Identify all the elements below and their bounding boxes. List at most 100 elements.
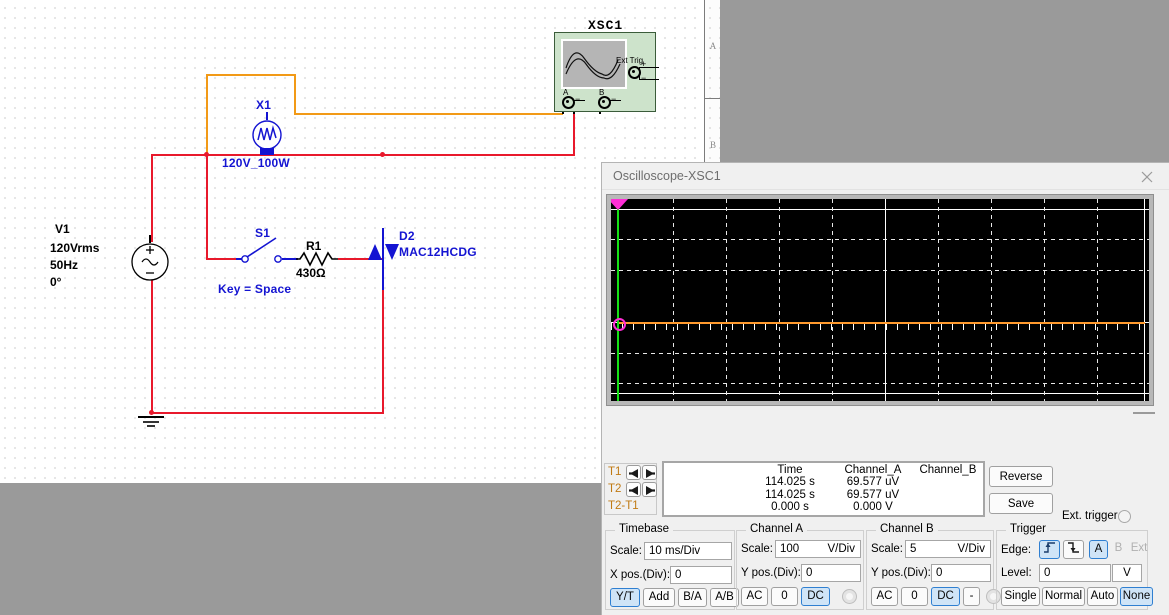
row-delta-channel-b <box>913 501 983 514</box>
terminal-b-lead <box>609 100 621 101</box>
trigger-source-ext[interactable]: Ext <box>1127 540 1151 559</box>
timebase-xpos-input[interactable]: 0 <box>670 566 732 584</box>
channel-a-group: Channel A Scale: 100 V/Div Y pos.(Div): … <box>736 523 864 610</box>
triac-symbol[interactable] <box>368 240 400 264</box>
timebase-xpos-label: X pos.(Div): <box>610 569 671 581</box>
label-xsc1: XSC1 <box>588 18 624 33</box>
trigger-edge-rising-icon[interactable] <box>1039 540 1060 559</box>
timebase-mode-yt[interactable]: Y/T <box>610 588 640 607</box>
scope-display-frame <box>606 194 1154 406</box>
grid-line-h1 <box>611 239 1149 240</box>
channel-a-caption: Channel A <box>746 523 808 535</box>
label-v1-vrms: 120Vrms <box>50 241 100 255</box>
grid-line-v3 <box>779 199 780 401</box>
cursor-control-panel[interactable]: T1 T2 T2-T1 <box>604 463 657 515</box>
cursor-t2-right-button[interactable] <box>642 482 657 497</box>
trigger-source-a[interactable]: A <box>1089 540 1108 559</box>
label-x1: X1 <box>256 98 272 112</box>
channel-a-ypos-input[interactable]: 0 <box>801 564 861 582</box>
wire-bottom-rail <box>151 412 384 414</box>
row-delta-channel-a: 0.000 V <box>853 501 893 513</box>
cursor-line-t1[interactable] <box>617 199 619 401</box>
grid-axis-v-center <box>885 199 886 401</box>
ext-trigger-indicator[interactable] <box>1118 510 1131 523</box>
label-r1-value: 430Ω <box>296 266 326 280</box>
trigger-level-input[interactable]: 0 <box>1039 564 1111 582</box>
trigger-mode-normal[interactable]: Normal <box>1042 587 1085 606</box>
grid-border-right <box>1144 199 1145 401</box>
channel-b-coupling-ground[interactable]: 0 <box>901 587 928 606</box>
panel-splitter-handle[interactable] <box>1133 412 1155 414</box>
channel-b-coupling-dc[interactable]: DC <box>931 587 960 606</box>
grid-line-h2 <box>611 270 1149 271</box>
grid-border-top <box>611 209 1149 210</box>
wire-left-rail <box>151 154 153 242</box>
trigger-source-b[interactable]: B <box>1110 540 1127 559</box>
channel-a-knob[interactable] <box>842 589 857 604</box>
grid-line-h3 <box>611 353 1149 354</box>
terminal-b[interactable] <box>598 96 611 109</box>
lamp-symbol[interactable] <box>249 118 285 156</box>
scope-action-panel: Reverse Save Ext. trigger <box>989 466 1164 523</box>
trigger-level-unit[interactable]: V <box>1112 564 1142 582</box>
cursor-t1-left-button[interactable] <box>626 465 641 480</box>
wire-branch-vertical <box>206 154 208 260</box>
channel-a-scale-input[interactable]: 100 V/Div <box>775 540 861 558</box>
channel-b-scale-unit: V/Div <box>957 543 985 555</box>
channel-b-scale-label: Scale: <box>871 543 903 555</box>
channel-a-coupling-ground[interactable]: 0 <box>771 587 798 606</box>
row-t1-channel-b <box>913 476 983 489</box>
save-button[interactable]: Save <box>989 493 1053 514</box>
wire-orange-top <box>206 74 296 76</box>
row-t2-channel-b <box>913 489 983 502</box>
channel-a-coupling-dc[interactable]: DC <box>801 587 830 606</box>
channel-a-coupling-ac[interactable]: AC <box>741 587 768 606</box>
channel-a-ypos-label: Y pos.(Div): <box>741 567 801 579</box>
row-t2-time: 114.025 s <box>765 488 815 501</box>
trigger-mode-single[interactable]: Single <box>1001 587 1040 606</box>
channel-b-scale-value: 5 <box>910 543 917 555</box>
row-delta-name <box>664 501 747 514</box>
header-time: Time <box>777 464 803 476</box>
trigger-group: Trigger Edge: A B Ext Level: 0 V Single … <box>996 523 1153 610</box>
cursor-flag-t1[interactable] <box>611 199 628 210</box>
label-x1-value: 120V_100W <box>222 156 290 170</box>
wire-orange-to-scope-a <box>294 113 563 115</box>
window-title-bar[interactable]: Oscilloscope-XSC1 <box>602 163 1169 190</box>
instrument-xsc1[interactable]: A − B − Ext Trig + − <box>554 32 659 112</box>
channel-b-ypos-input[interactable]: 0 <box>931 564 991 582</box>
timebase-scale-input[interactable]: 10 ms/Div <box>644 542 732 560</box>
grid-line-v7 <box>1044 199 1045 401</box>
channel-b-invert[interactable]: - <box>963 587 980 606</box>
reverse-button[interactable]: Reverse <box>989 466 1053 487</box>
timebase-mode-ba[interactable]: B/A <box>678 588 707 607</box>
table-row: 114.025 s 69.577 uV <box>664 476 983 489</box>
scope-display[interactable] <box>611 199 1149 401</box>
table-header-row: Time Channel_A Channel_B <box>664 463 983 476</box>
trigger-mode-auto[interactable]: Auto <box>1087 587 1118 606</box>
trigger-edge-falling-icon[interactable] <box>1063 540 1084 559</box>
trigger-level-label: Level: <box>1001 567 1032 579</box>
strip-divider <box>705 98 720 99</box>
ac-source-symbol[interactable] <box>130 242 170 282</box>
wire-red-b-horizontal <box>382 154 575 156</box>
grid-border-bottom <box>611 393 1149 394</box>
close-icon[interactable] <box>1125 163 1169 190</box>
cursor-t1-right-button[interactable] <box>642 465 657 480</box>
table-row: 0.000 s 0.000 V <box>664 501 983 514</box>
measurement-table: Time Channel_A Channel_B 114.025 s 69.57… <box>662 461 985 517</box>
row-t1-time: 114.025 s <box>765 476 815 488</box>
cursor-label-delta: T2-T1 <box>608 500 639 512</box>
trigger-mode-none[interactable]: None <box>1120 587 1153 606</box>
label-v1-freq: 50Hz <box>50 258 79 272</box>
timebase-caption: Timebase <box>615 523 674 535</box>
cursor-handle-t1[interactable] <box>613 318 626 331</box>
label-d2: D2 <box>399 229 415 243</box>
channel-b-scale-input[interactable]: 5 V/Div <box>905 540 991 558</box>
row-t2-name <box>664 489 747 502</box>
cursor-t2-left-button[interactable] <box>626 482 641 497</box>
timebase-mode-add[interactable]: Add <box>643 588 675 607</box>
terminal-a[interactable] <box>562 96 575 109</box>
timebase-mode-ab[interactable]: A/B <box>710 588 739 607</box>
channel-b-coupling-ac[interactable]: AC <box>871 587 898 606</box>
